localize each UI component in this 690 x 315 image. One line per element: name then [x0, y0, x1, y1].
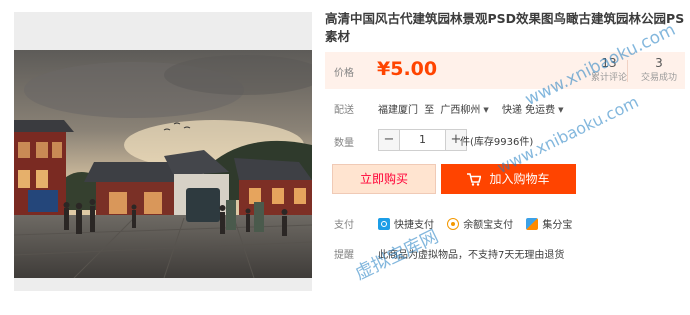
reminder-label: 提醒: [334, 250, 354, 261]
alipay-icon: [378, 217, 390, 230]
quantity-label: 数量: [334, 138, 354, 149]
payment-label: 支付: [334, 220, 354, 231]
payment-method-label: 快捷支付: [394, 220, 434, 231]
payment-method-jifenbao: 集分宝: [526, 216, 572, 231]
shipping-method: 快递 免运费: [501, 105, 556, 116]
chevron-down-icon: ▼: [483, 106, 489, 114]
shipping-origin: 福建厦门: [378, 105, 418, 116]
shipping-destination-select[interactable]: 广西柳州 ▼: [440, 101, 498, 116]
quantity-stepper: − 1 +: [378, 129, 467, 151]
product-title: 高清中国风古代建筑园林景观PSD效果图鸟瞰古建筑园林公园PS素材: [325, 11, 685, 44]
sales-count-label: 交易成功: [640, 73, 677, 83]
shipping-to-word: 至: [424, 105, 435, 116]
stock-text: 件(库存9936件): [460, 137, 534, 148]
reminder-text: 此商品为虚拟物品，不支持7天无理由退货: [378, 250, 565, 261]
payment-method-label: 余额宝支付: [463, 220, 514, 231]
review-count-stat[interactable]: 13 累计评论: [581, 55, 637, 85]
quantity-input[interactable]: 1: [400, 129, 445, 151]
product-image-panel: [14, 12, 312, 291]
add-to-cart-button[interactable]: 加入购物车: [441, 164, 576, 194]
buy-now-button[interactable]: 立即购买: [332, 164, 436, 194]
sales-count: 3: [655, 56, 663, 70]
shipping-info: 福建厦门 至 广西柳州 ▼ 快递 免运费 ▼: [378, 101, 574, 116]
shipping-destination: 广西柳州: [440, 105, 481, 116]
add-to-cart-label: 加入购物车: [489, 172, 550, 186]
price-value: ¥5.00: [377, 58, 438, 80]
product-image[interactable]: [14, 50, 312, 278]
quantity-decrease-button[interactable]: −: [378, 129, 400, 151]
review-count-label: 累计评论: [590, 73, 627, 83]
jifenbao-icon: [526, 217, 539, 230]
yuebao-icon: [447, 217, 460, 230]
ancient-architecture-render: [14, 50, 312, 278]
review-count: 13: [601, 56, 617, 70]
chevron-down-icon: ▼: [558, 106, 564, 114]
price-panel: 价格 ¥5.00 13 累计评论 3 交易成功: [325, 52, 685, 89]
payment-method-yuebao: 余额宝支付: [447, 216, 513, 231]
shipping-label: 配送: [334, 105, 354, 116]
price-label: 价格: [334, 68, 354, 79]
stats-divider: [627, 60, 628, 82]
payment-methods: 快捷支付 余额宝支付 集分宝: [378, 216, 582, 233]
sales-count-stat: 3 交易成功: [631, 55, 687, 85]
payment-method-label: 集分宝: [542, 220, 573, 231]
payment-method-quick: 快捷支付: [378, 216, 434, 231]
shipping-method-select[interactable]: 快递 免运费 ▼: [502, 101, 574, 116]
cart-icon: [467, 167, 482, 197]
